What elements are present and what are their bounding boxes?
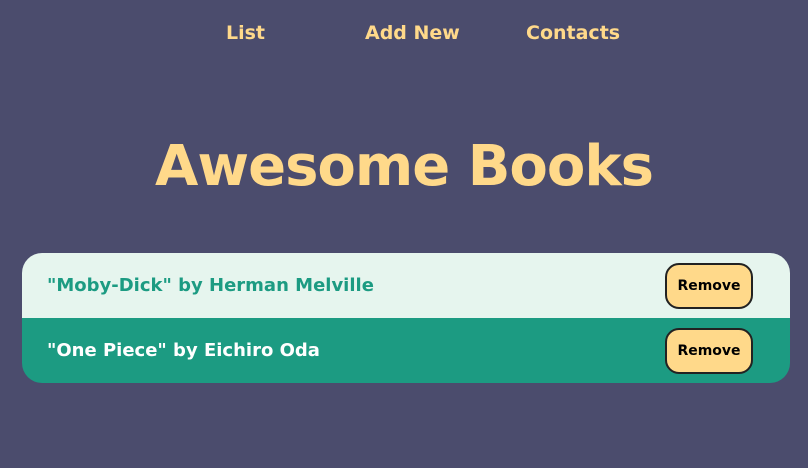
book-title-author: "Moby-Dick" by Herman Melville (47, 275, 374, 296)
book-title-author: "One Piece" by Eichiro Oda (47, 340, 320, 361)
remove-button[interactable]: Remove (665, 262, 753, 309)
nav-link-contacts[interactable]: Contacts (526, 22, 620, 44)
nav-link-add-new[interactable]: Add New (365, 22, 460, 44)
book-list: "Moby-Dick" by Herman Melville Remove "O… (22, 253, 790, 383)
page-title: Awesome Books (155, 134, 654, 199)
book-row: "One Piece" by Eichiro Oda Remove (22, 318, 790, 383)
main-nav: List Add New Contacts (0, 22, 808, 50)
book-row: "Moby-Dick" by Herman Melville Remove (22, 253, 790, 318)
nav-link-list[interactable]: List (226, 22, 265, 44)
remove-button[interactable]: Remove (665, 327, 753, 374)
